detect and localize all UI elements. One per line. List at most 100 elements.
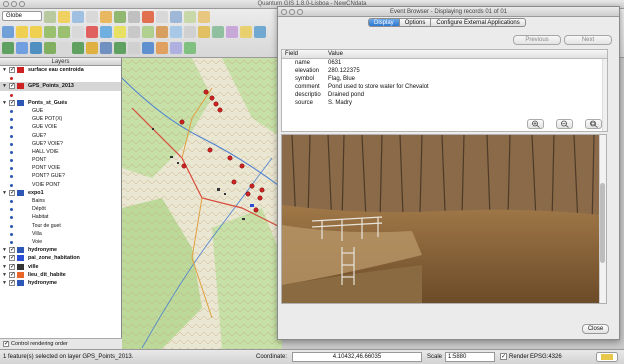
photo-scrollbar[interactable] bbox=[599, 135, 606, 303]
layer-item[interactable]: ▼ ✓ lieu_dit_habite bbox=[0, 271, 121, 279]
select-icon[interactable] bbox=[114, 26, 126, 38]
toolbar-icon[interactable] bbox=[114, 11, 126, 23]
previous-button[interactable]: Previous bbox=[513, 35, 561, 45]
identify-icon[interactable] bbox=[100, 26, 112, 38]
toolbar-icon[interactable] bbox=[170, 26, 182, 38]
next-button[interactable]: Next bbox=[564, 35, 612, 45]
toolbar-icon[interactable] bbox=[142, 42, 154, 54]
expand-arrow-icon[interactable]: ▼ bbox=[2, 246, 7, 254]
coordinate-field[interactable]: 4.10432,46.66035 bbox=[292, 352, 422, 362]
expand-arrow-icon[interactable]: ▼ bbox=[2, 263, 7, 271]
close-dialog-icon[interactable] bbox=[281, 9, 287, 15]
toolbar-icon[interactable] bbox=[156, 11, 168, 23]
layer-visibility-checkbox[interactable]: ✓ bbox=[9, 83, 15, 90]
add-postgis-icon[interactable] bbox=[30, 42, 42, 54]
expand-arrow-icon[interactable]: ▼ bbox=[2, 66, 7, 74]
photo-scrollbar-thumb[interactable] bbox=[600, 183, 605, 263]
layer-visibility-checkbox[interactable]: ✓ bbox=[9, 67, 15, 73]
layer-item[interactable]: ▼ ✓ pai_zone_habitation bbox=[0, 254, 121, 262]
toolbar-icon[interactable] bbox=[254, 26, 266, 38]
attribute-row[interactable]: elevation 280.122375 bbox=[282, 67, 607, 75]
toolbar-icon[interactable] bbox=[240, 26, 252, 38]
toolbar-icon[interactable] bbox=[184, 42, 196, 54]
attribute-row[interactable]: symbol Flag, Blue bbox=[282, 75, 607, 83]
attribute-table-scrollbar[interactable] bbox=[602, 59, 607, 131]
map-canvas[interactable] bbox=[122, 58, 282, 349]
layer-visibility-checkbox[interactable]: ✓ bbox=[9, 99, 15, 106]
layer-item[interactable]: ▼ ✓ Ponts_st_Gués bbox=[0, 99, 121, 107]
toolbar-icon[interactable] bbox=[44, 11, 56, 23]
layer-item[interactable]: ▼ ✓ surface eau centroida bbox=[0, 66, 121, 74]
toolbar-icon[interactable] bbox=[114, 42, 126, 54]
attribute-row[interactable]: name 0631 bbox=[282, 59, 607, 67]
toolbar-icon[interactable] bbox=[72, 42, 84, 54]
zoom-layer-icon[interactable] bbox=[58, 26, 70, 38]
expand-arrow-icon[interactable]: ▼ bbox=[2, 279, 7, 287]
toolbar-icon[interactable] bbox=[128, 11, 140, 23]
toolbar-icon[interactable] bbox=[170, 42, 182, 54]
add-raster-icon[interactable] bbox=[16, 42, 28, 54]
crs-status-button[interactable]: EPSG:4326 bbox=[530, 354, 562, 360]
layer-visibility-checkbox[interactable]: ✓ bbox=[9, 279, 15, 286]
toolbar-icon[interactable] bbox=[170, 11, 182, 23]
toolbar-icon[interactable] bbox=[72, 26, 84, 38]
globe-combo[interactable]: Globe bbox=[2, 11, 42, 21]
render-checkbox[interactable]: ✓ bbox=[500, 353, 507, 360]
layer-visibility-checkbox[interactable]: ✓ bbox=[9, 247, 15, 254]
close-button[interactable]: Close bbox=[582, 324, 609, 334]
layer-visibility-checkbox[interactable]: ✓ bbox=[9, 271, 15, 278]
pan-icon[interactable] bbox=[2, 26, 14, 38]
toolbar-icon[interactable] bbox=[184, 26, 196, 38]
toolbar-icon[interactable] bbox=[86, 42, 98, 54]
toolbar-icon[interactable] bbox=[128, 42, 140, 54]
layer-item[interactable]: ▼ ✓ GPS_Points_2013 bbox=[0, 82, 121, 91]
layer-item[interactable]: ▼ ✓ ville bbox=[0, 263, 121, 271]
attribute-row[interactable]: source S. Madry bbox=[282, 99, 607, 107]
toolbar-icon[interactable] bbox=[86, 11, 98, 23]
toolbar-icon[interactable] bbox=[142, 11, 154, 23]
toolbar-icon[interactable] bbox=[44, 42, 56, 54]
toolbar-icon[interactable] bbox=[142, 26, 154, 38]
toolbar-icon[interactable] bbox=[198, 26, 210, 38]
expand-arrow-icon[interactable]: ▼ bbox=[2, 99, 7, 107]
expand-arrow-icon[interactable]: ▼ bbox=[2, 254, 7, 262]
scale-field[interactable]: 1:5880 bbox=[445, 352, 495, 362]
toolbar-icon[interactable] bbox=[198, 11, 210, 23]
layer-item[interactable]: ▼ ✓ hydronyme bbox=[0, 246, 121, 254]
attribute-row[interactable]: descriptio Drained pond bbox=[282, 91, 607, 99]
zoom-out-icon[interactable] bbox=[30, 26, 42, 38]
toolbar-icon[interactable] bbox=[100, 11, 112, 23]
zoom-fit-button[interactable] bbox=[585, 119, 602, 129]
zoom-in-icon[interactable] bbox=[16, 26, 28, 38]
toolbar-icon[interactable] bbox=[86, 26, 98, 38]
expand-arrow-icon[interactable]: ▼ bbox=[2, 82, 7, 90]
toolbar-icon[interactable] bbox=[128, 26, 140, 38]
toolbar-icon[interactable] bbox=[156, 42, 168, 54]
zoom-dialog-icon[interactable] bbox=[297, 9, 303, 15]
layer-item[interactable]: ▼ ✓ hydronyme bbox=[0, 279, 121, 287]
expand-arrow-icon[interactable]: ▼ bbox=[2, 189, 7, 197]
toolbar-icon[interactable] bbox=[156, 26, 168, 38]
event-photo-viewer[interactable] bbox=[281, 134, 607, 304]
expand-arrow-icon[interactable]: ▼ bbox=[2, 271, 7, 279]
zoom-in-button[interactable] bbox=[527, 119, 544, 129]
control-rendering-order-checkbox[interactable]: ✓ bbox=[3, 340, 9, 347]
tab-options[interactable]: Options bbox=[399, 18, 432, 27]
toolbar-icon[interactable] bbox=[58, 11, 70, 23]
toolbar-icon[interactable] bbox=[184, 11, 196, 23]
layer-visibility-checkbox[interactable]: ✓ bbox=[9, 255, 15, 262]
zoom-out-button[interactable] bbox=[556, 119, 573, 129]
minimize-dialog-icon[interactable] bbox=[289, 9, 295, 15]
tab-configure-external-applications[interactable]: Configure External Applications bbox=[431, 18, 526, 27]
layer-visibility-checkbox[interactable]: ✓ bbox=[9, 263, 15, 270]
messages-icon[interactable] bbox=[596, 352, 618, 362]
layer-item[interactable]: ▼ ✓ expo1 bbox=[0, 189, 121, 197]
dialog-window-controls[interactable] bbox=[281, 9, 303, 15]
zoom-full-icon[interactable] bbox=[44, 26, 56, 38]
toolbar-icon[interactable] bbox=[72, 11, 84, 23]
toolbar-icon[interactable] bbox=[100, 42, 112, 54]
layer-visibility-checkbox[interactable]: ✓ bbox=[9, 189, 15, 196]
toolbar-icon[interactable] bbox=[58, 42, 70, 54]
toolbar-icon[interactable] bbox=[212, 26, 224, 38]
add-vector-icon[interactable] bbox=[2, 42, 14, 54]
